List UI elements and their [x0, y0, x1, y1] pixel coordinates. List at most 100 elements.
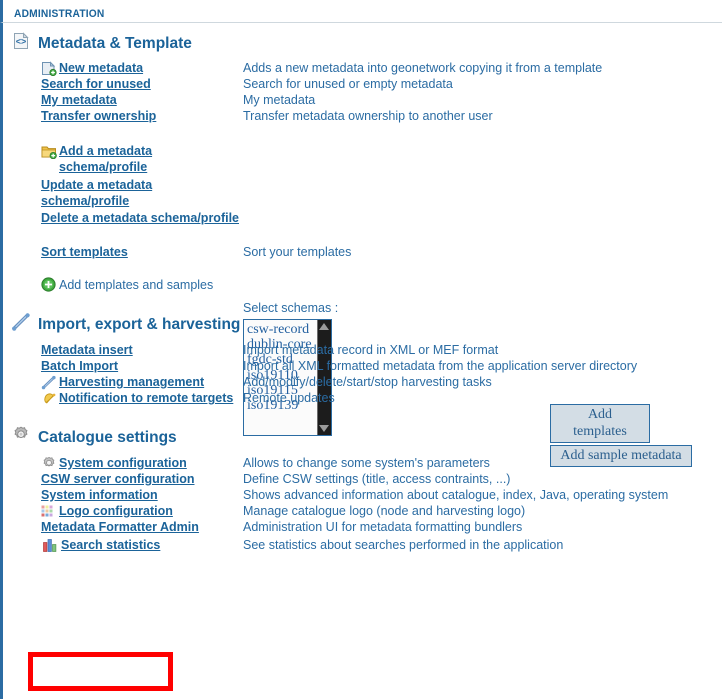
link-sort-templates[interactable]: Sort templates	[41, 244, 128, 260]
link-search-for-unused[interactable]: Search for unused	[41, 76, 151, 92]
row-label-cell: New metadata	[3, 60, 243, 77]
row-csw-server-configuration[interactable]: CSW server configuration Define CSW sett…	[3, 471, 722, 487]
link-update-schema[interactable]: Update a metadata schema/profile	[41, 178, 152, 208]
row-update-schema[interactable]: Update a metadata schema/profile	[3, 177, 722, 209]
row-label-cell: Metadata Formatter Admin	[3, 519, 243, 535]
gear-icon	[11, 425, 31, 450]
link-notification-remote-targets[interactable]: Notification to remote targets	[59, 390, 233, 406]
row-label-cell: Sort templates	[3, 244, 243, 260]
row-label-cell: Notification to remote targets	[3, 390, 243, 406]
desc-system-configuration: Allows to change some system's parameter…	[243, 456, 490, 470]
row-add-templates-and-samples: Add templates and samples	[3, 277, 722, 293]
link-system-configuration[interactable]: System configuration	[59, 455, 187, 471]
row-sort-templates[interactable]: Sort templates Sort your templates	[3, 244, 722, 260]
row-label-cell: Logo configuration	[3, 503, 243, 519]
row-label-cell: Delete a metadata schema/profile	[3, 210, 243, 226]
row-label-cell: Search statistics	[3, 537, 243, 553]
section-title: Metadata & Template	[38, 34, 192, 52]
section-title: Catalogue settings	[38, 428, 177, 446]
link-metadata-formatter-admin[interactable]: Metadata Formatter Admin	[41, 519, 199, 535]
link-my-metadata[interactable]: My metadata	[41, 92, 117, 108]
link-logo-configuration[interactable]: Logo configuration	[59, 503, 173, 519]
row-label-cell: Metadata insert	[3, 342, 243, 358]
admin-page: ADMINISTRATION <> Metadata & Template Ne…	[0, 0, 722, 700]
admin-body: <> Metadata & Template New metadata Adds…	[0, 23, 722, 699]
desc-notification-remote-targets: Remote updates	[243, 391, 335, 405]
section-import-export-harvesting: Import, export & harvesting Metadata ins…	[3, 312, 722, 406]
desc-metadata-formatter-admin: Administration UI for metadata formattin…	[243, 520, 523, 534]
link-delete-schema[interactable]: Delete a metadata schema/profile	[41, 211, 239, 225]
row-search-statistics[interactable]: Search statistics See statistics about s…	[3, 537, 722, 553]
row-label-cell: System configuration	[3, 455, 243, 471]
desc-sort-templates: Sort your templates	[243, 245, 352, 259]
row-new-metadata[interactable]: New metadata Adds a new metadata into ge…	[3, 60, 722, 77]
section-header: Import, export & harvesting	[3, 312, 722, 337]
bell-icon	[41, 391, 57, 405]
desc-system-information: Shows advanced information about catalog…	[243, 488, 669, 502]
row-search-for-unused[interactable]: Search for unused Search for unused or e…	[3, 76, 722, 92]
desc-logo-configuration: Manage catalogue logo (node and harvesti…	[243, 504, 526, 518]
row-label-cell: Harvesting management	[3, 374, 243, 390]
row-system-configuration[interactable]: System configuration Allows to change so…	[3, 455, 722, 471]
section-rows: New metadata Adds a new metadata into ge…	[3, 60, 722, 293]
link-transfer-ownership[interactable]: Transfer ownership	[41, 108, 156, 124]
desc-harvesting-management: Add/modify/delete/start/stop harvesting …	[243, 375, 492, 389]
row-label-cell: My metadata	[3, 92, 243, 108]
link-new-metadata[interactable]: New metadata	[59, 60, 143, 76]
row-metadata-formatter-admin[interactable]: Metadata Formatter Admin Administration …	[3, 519, 722, 535]
row-add-schema[interactable]: Add a metadata schema/profile	[3, 143, 722, 175]
gear-small-icon	[41, 456, 57, 470]
desc-csw-server-configuration: Define CSW settings (title, access contr…	[243, 472, 511, 486]
link-search-statistics[interactable]: Search statistics	[61, 537, 160, 553]
page-title: ADMINISTRATION	[14, 8, 105, 20]
row-harvesting-management[interactable]: Harvesting management Add/modify/delete/…	[3, 374, 722, 390]
label-add-templates-and-samples: Add templates and samples	[59, 278, 214, 292]
row-metadata-insert[interactable]: Metadata insert Import metadata record i…	[3, 342, 722, 358]
row-label-cell: Update a metadata schema/profile	[3, 177, 243, 209]
row-label-cell: Add a metadata schema/profile	[3, 143, 243, 175]
row-transfer-ownership[interactable]: Transfer ownership Transfer metadata own…	[3, 108, 722, 124]
link-system-information[interactable]: System information	[41, 487, 158, 503]
link-batch-import[interactable]: Batch Import	[41, 358, 118, 374]
section-title: Import, export & harvesting	[38, 315, 241, 333]
link-csw-server-configuration[interactable]: CSW server configuration	[41, 471, 195, 487]
desc-new-metadata: Adds a new metadata into geonetwork copy…	[243, 61, 603, 75]
row-label-cell: Transfer ownership	[3, 108, 243, 124]
row-label-cell: Add templates and samples	[3, 277, 243, 293]
new-document-icon	[41, 61, 57, 77]
section-header: Catalogue settings	[3, 425, 722, 450]
wand-small-icon	[41, 375, 57, 390]
row-notification-remote-targets[interactable]: Notification to remote targets Remote up…	[3, 390, 722, 406]
row-label-cell: CSW server configuration	[3, 471, 243, 487]
row-label-cell: Batch Import	[3, 358, 243, 374]
row-system-information[interactable]: System information Shows advanced inform…	[3, 487, 722, 503]
code-document-icon: <>	[11, 31, 31, 56]
row-label-cell: Search for unused	[3, 76, 243, 92]
svg-text:<>: <>	[16, 37, 27, 47]
desc-my-metadata: My metadata	[243, 93, 316, 107]
desc-transfer-ownership: Transfer metadata ownership to another u…	[243, 109, 493, 123]
row-delete-schema[interactable]: Delete a metadata schema/profile	[3, 210, 722, 226]
section-metadata-template: <> Metadata & Template New metadata Adds…	[3, 23, 722, 467]
desc-search-for-unused: Search for unused or empty metadata	[243, 77, 453, 91]
green-plus-icon	[41, 277, 57, 292]
link-metadata-insert[interactable]: Metadata insert	[41, 342, 133, 358]
section-catalogue-settings: Catalogue settings System configuration …	[3, 425, 722, 553]
bar-chart-icon	[43, 538, 59, 552]
section-header: <> Metadata & Template	[3, 31, 722, 56]
desc-search-statistics: See statistics about searches performed …	[243, 538, 564, 552]
desc-batch-import: Import all XML formatted metadata from t…	[243, 359, 638, 373]
page-header: ADMINISTRATION	[0, 0, 722, 23]
pixel-grid-icon	[41, 505, 57, 519]
desc-metadata-insert: Import metadata record in XML or MEF for…	[243, 343, 499, 357]
row-batch-import[interactable]: Batch Import Import all XML formatted me…	[3, 358, 722, 374]
row-my-metadata[interactable]: My metadata My metadata	[3, 92, 722, 108]
wand-icon	[11, 312, 31, 337]
section-rows: System configuration Allows to change so…	[3, 455, 722, 553]
link-add-schema[interactable]: Add a metadata schema/profile	[59, 143, 243, 175]
row-logo-configuration[interactable]: Logo configuration Manage catalogue logo…	[3, 503, 722, 519]
link-harvesting-management[interactable]: Harvesting management	[59, 374, 204, 390]
